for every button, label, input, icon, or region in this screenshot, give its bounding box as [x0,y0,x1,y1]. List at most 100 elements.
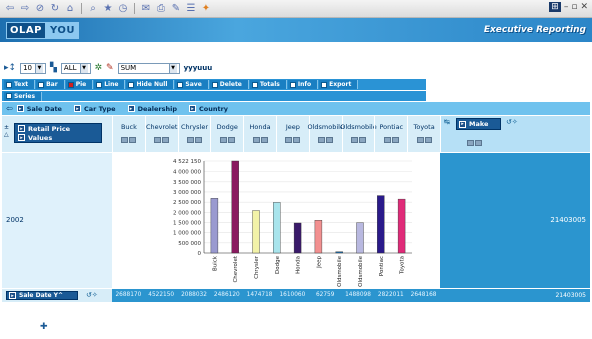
discuss-icon[interactable]: ☰ [185,3,197,15]
y-tick-label: 1 000 000 [173,231,201,237]
sort-buttons[interactable] [350,137,366,143]
sort-desc-button[interactable] [358,137,366,143]
print-icon[interactable]: ⎙ [155,3,167,15]
add-icon[interactable]: ✚ [40,322,48,332]
close-icon[interactable]: ✕ [580,2,588,12]
toolbar-button-save[interactable]: Save [175,80,209,89]
sort-asc-button[interactable] [467,140,474,146]
toolbar-button-totals[interactable]: Totals [249,80,287,89]
toolbar-button-line[interactable]: Line [94,80,126,89]
toolbar-button-info[interactable]: Info [287,80,319,89]
minimize-icon[interactable]: – [564,2,569,12]
column-header[interactable]: Honda [243,116,276,152]
favorites-icon[interactable]: ★ [102,3,114,15]
search-icon[interactable]: ⌕ [87,3,99,15]
toolbar-button-hide-null[interactable]: Hide Null [126,80,175,89]
column-header[interactable]: Chevrolet [144,116,178,152]
sort-asc-button[interactable] [285,137,293,143]
bar-oldsmobile[interactable] [335,251,343,254]
drill-icon[interactable]: ✲ [95,63,103,73]
sort-desc-button[interactable] [260,137,268,143]
sort-desc-button[interactable] [326,137,334,143]
sort-buttons[interactable] [186,137,202,143]
function-select[interactable]: SUM ▼ [117,62,180,74]
back-icon[interactable]: ⇦ [4,3,16,15]
sort-desc-button[interactable] [129,137,137,143]
column-header[interactable]: Toyota [407,116,440,152]
toolbar-button-delete[interactable]: Delete [209,80,249,89]
bar-pontiac[interactable] [377,195,385,254]
sort-asc-button[interactable] [252,137,260,143]
mail-icon[interactable]: ✉ [140,3,152,15]
arrow-left-icon[interactable]: ⇦ [6,104,13,113]
stop-icon[interactable]: ⊘ [34,3,46,15]
bar-oldsmobile[interactable] [356,222,364,254]
forward-icon[interactable]: ⇨ [19,3,31,15]
filter-select[interactable]: ALL ▼ [60,62,91,74]
swap-axes-icon[interactable]: ± △ [4,124,9,138]
bar-dodge[interactable] [273,202,281,254]
toolbar-button-export[interactable]: Export [319,80,359,89]
sort-buttons[interactable] [416,137,432,143]
filter-car-type[interactable]: ▸ Car Type [73,105,124,113]
sort-asc-button[interactable] [219,137,227,143]
sort-buttons[interactable] [154,137,170,143]
sort-desc-button[interactable] [391,137,399,143]
sale-date-button[interactable]: ▸ Sale Date Y^ [6,291,78,300]
make-sort-buttons[interactable] [467,140,482,146]
sort-asc-button[interactable] [350,137,358,143]
sort-desc-button[interactable] [293,137,301,143]
sort-icon[interactable]: ↹ [444,118,450,126]
toolbar-button-bar[interactable]: Bar [36,80,65,89]
filter-sale-date[interactable]: ▸ Sale Date [16,105,70,113]
toolbar-button-text[interactable]: Text [4,80,36,89]
column-header[interactable]: Buck [112,116,145,152]
column-header[interactable]: Jeep [276,116,309,152]
sort-desc-button[interactable] [475,140,482,146]
bar-toyota[interactable] [397,198,406,254]
column-header[interactable]: Dodge [210,116,243,152]
bar-honda[interactable] [293,222,302,254]
sort-desc-button[interactable] [194,137,202,143]
sort-asc-button[interactable] [121,137,129,143]
make-dimension-button[interactable]: ▸ Make [456,118,501,130]
measure-retail-price[interactable]: ▸ Retail Price [15,124,101,133]
sort-buttons[interactable] [252,137,268,143]
bar-chrysler[interactable] [252,210,260,254]
bar-buick[interactable] [210,198,219,254]
refresh-icon[interactable]: ↻ [49,3,61,15]
maximize-icon[interactable]: ▫ [571,2,577,12]
sort-buttons[interactable] [383,137,399,143]
sort-asc-button[interactable] [383,137,391,143]
measure-values[interactable]: ▸ Values [15,133,101,142]
sort-buttons[interactable] [121,137,137,143]
sort-buttons[interactable] [318,137,334,143]
history-icon[interactable]: ◷ [117,3,129,15]
bar-chevrolet[interactable] [231,160,239,254]
edit-icon[interactable]: ✎ [170,3,182,15]
home-icon[interactable]: ⌂ [64,3,76,15]
sort-buttons[interactable] [285,137,301,143]
sort-asc-button[interactable] [416,137,424,143]
column-header[interactable]: Oldsmobile [307,116,344,152]
messenger-icon[interactable]: ✦ [200,3,212,15]
toolbar-button-pie[interactable]: Pie [65,80,94,89]
refresh-dimension-icon[interactable]: ↺✧ [506,118,518,126]
filter-dealership[interactable]: ▸ Dealership [127,105,185,113]
bar-jeep[interactable] [314,220,323,254]
column-header[interactable]: Pontiac [374,116,407,152]
sort-asc-button[interactable] [186,137,194,143]
sort-desc-button[interactable] [162,137,170,143]
series-button[interactable]: Series [4,91,43,101]
filter-country[interactable]: ▸ Country [188,105,236,113]
column-header[interactable]: Chrysler [177,116,211,152]
topn-select[interactable]: 10 ▼ [20,62,46,74]
sort-buttons[interactable] [219,137,235,143]
refresh-dimension-icon[interactable]: ↺✧ [86,291,98,299]
sort-desc-button[interactable] [424,137,432,143]
sort-desc-button[interactable] [227,137,235,143]
sort-asc-button[interactable] [318,137,326,143]
line-icon [96,81,103,88]
sort-asc-button[interactable] [154,137,162,143]
column-header[interactable]: Oldsmobile [340,116,377,152]
